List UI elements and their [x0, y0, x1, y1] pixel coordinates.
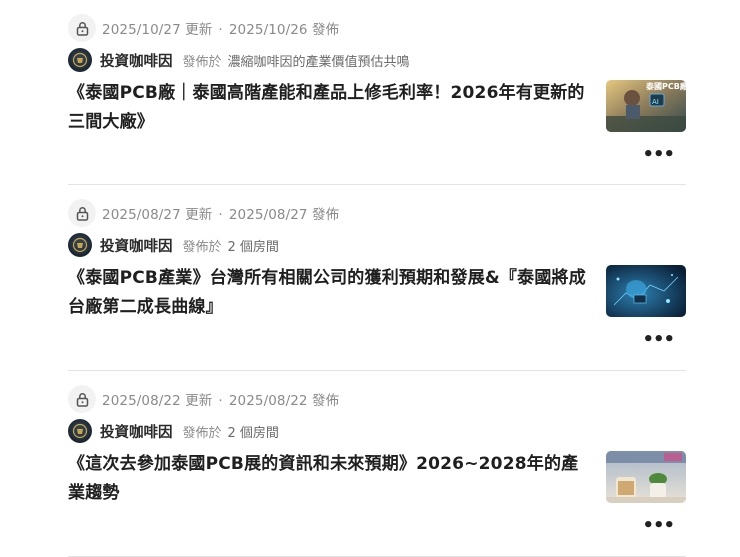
dot-separator: ·	[218, 393, 223, 409]
more-options-button[interactable]: •••	[642, 517, 675, 535]
post-meta: 2025/10/27 更新 · 2025/10/26 發佈	[68, 14, 339, 42]
lock-icon	[68, 199, 96, 227]
author-name[interactable]: 投資咖啡因	[100, 235, 173, 256]
post-card[interactable]: 2025/10/27 更新 · 2025/10/26 發佈 投資咖啡因 發佈於 濃縮…	[68, 0, 686, 185]
post-title[interactable]: 《泰國PCB產業》台灣所有相關公司的獲利預期和發展&『泰國將成台廠第二成長曲線』	[68, 264, 588, 322]
post-dates: 2025/08/27 更新 · 2025/08/27 發佈	[102, 203, 339, 223]
author-row: 投資咖啡因 發佈於 2 個房間	[68, 232, 279, 258]
updated-date: 2025/08/22 更新	[102, 393, 213, 409]
posted-in-label: 發佈於	[182, 425, 222, 441]
author-name[interactable]: 投資咖啡因	[100, 50, 173, 71]
updated-date: 2025/08/27 更新	[102, 207, 213, 223]
avatar[interactable]	[68, 48, 92, 72]
author-row: 投資咖啡因 發佈於 濃縮咖啡因的產業價值預估共鳴	[68, 47, 410, 73]
post-title[interactable]: 《這次去參加泰國PCB展的資訊和未來預期》2026~2028年的產業趨勢	[68, 450, 588, 508]
more-options-button[interactable]: •••	[642, 331, 675, 349]
post-card[interactable]: 2025/08/27 更新 · 2025/08/27 發佈 投資咖啡因 發佈於 2 …	[68, 185, 686, 371]
thumb-caption: 泰國PCB廠	[645, 81, 686, 91]
published-date: 2025/08/22 發佈	[228, 393, 340, 409]
room-link[interactable]: 2 個房間	[228, 236, 279, 255]
svg-text:AI: AI	[652, 98, 659, 106]
posted-in-label: 發佈於	[182, 239, 222, 255]
dot-separator: ·	[218, 22, 223, 38]
room-link[interactable]: 2 個房間	[228, 422, 279, 441]
post-dates: 2025/10/27 更新 · 2025/10/26 發佈	[102, 18, 339, 38]
lock-icon	[68, 385, 96, 413]
post-feed: 2025/10/27 更新 · 2025/10/26 發佈 投資咖啡因 發佈於 濃縮…	[68, 0, 686, 557]
lock-icon	[68, 14, 96, 42]
published-date: 2025/10/26 發佈	[228, 22, 340, 38]
post-meta: 2025/08/27 更新 · 2025/08/27 發佈	[68, 199, 339, 227]
post-thumbnail[interactable]	[606, 265, 686, 317]
author-row: 投資咖啡因 發佈於 2 個房間	[68, 418, 279, 444]
posted-in-label: 發佈於	[182, 54, 222, 70]
post-thumbnail[interactable]: AI 泰國PCB廠	[606, 80, 686, 132]
avatar[interactable]	[68, 233, 92, 257]
post-thumbnail[interactable]	[606, 451, 686, 503]
room-link[interactable]: 濃縮咖啡因的產業價值預估共鳴	[228, 51, 410, 70]
updated-date: 2025/10/27 更新	[102, 22, 213, 38]
author-name[interactable]: 投資咖啡因	[100, 421, 173, 442]
post-title[interactable]: 《泰國PCB廠｜泰國高階產能和產品上修毛利率！2026年有更新的三間大廠》	[68, 79, 588, 137]
post-card[interactable]: 2025/08/22 更新 · 2025/08/22 發佈 投資咖啡因 發佈於 2 …	[68, 371, 686, 557]
published-date: 2025/08/27 發佈	[228, 207, 340, 223]
more-options-button[interactable]: •••	[642, 146, 675, 164]
post-meta: 2025/08/22 更新 · 2025/08/22 發佈	[68, 385, 339, 413]
post-dates: 2025/08/22 更新 · 2025/08/22 發佈	[102, 389, 339, 409]
avatar[interactable]	[68, 419, 92, 443]
dot-separator: ·	[218, 207, 223, 223]
